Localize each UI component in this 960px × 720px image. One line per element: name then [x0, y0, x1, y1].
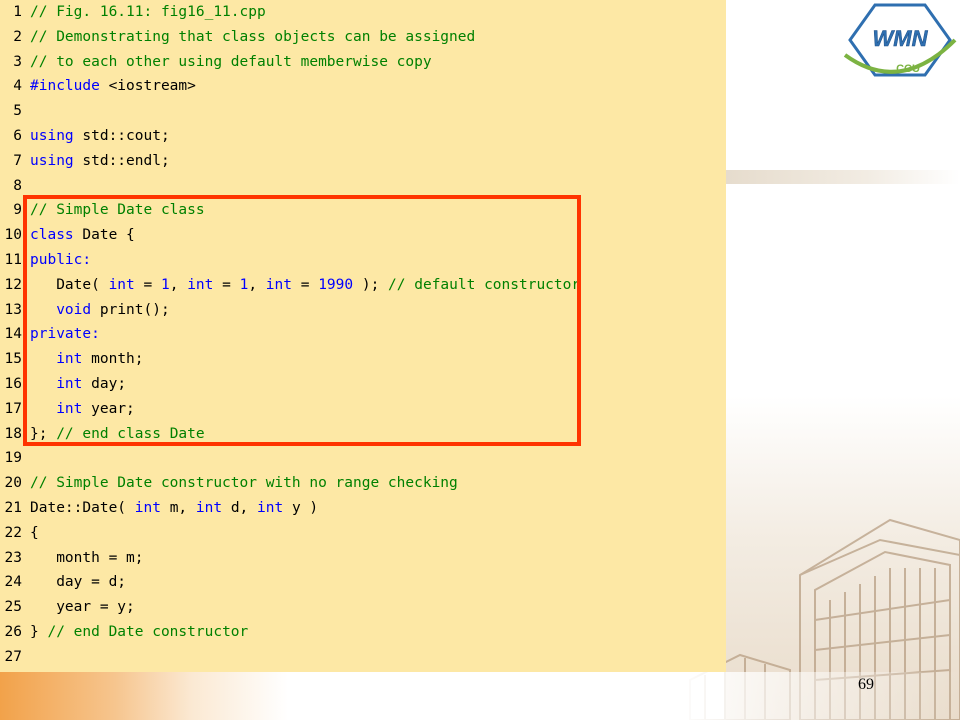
line-number: 14 — [4, 326, 22, 343]
code-token: m, — [160, 500, 196, 516]
code-token: Date::Date( — [30, 500, 135, 516]
code-line: 22 { — [0, 521, 726, 545]
code-token: // end Date constructor — [47, 624, 249, 640]
code-line: 3 // to each other using default memberwi… — [0, 50, 726, 74]
logo-text-main: WMN — [873, 26, 929, 51]
code-line: 25 year = y; — [0, 595, 726, 619]
wmn-ccu-logo: WMN CCU — [843, 3, 957, 77]
line-number: 11 — [4, 252, 22, 268]
code-text: using std::cout; — [30, 124, 170, 148]
line-number: 24 — [4, 574, 22, 591]
line-number: 1 — [13, 4, 22, 20]
code-token: // to each other using default memberwis… — [30, 53, 432, 70]
logo-text-sub: CCU — [896, 63, 920, 75]
code-token: int — [134, 500, 161, 516]
line-number: 4 — [13, 78, 22, 95]
code-text: { — [30, 521, 39, 545]
page-number: 69 — [858, 676, 874, 693]
code-token: day = d; — [30, 574, 127, 591]
code-token: // Simple Date constructor with no range… — [30, 475, 458, 492]
code-text: using std::endl; — [30, 149, 170, 173]
code-line: 21 Date::Date( int m, int d, int y ) — [0, 496, 726, 520]
code-token: year = y; — [30, 599, 135, 616]
code-line: 27 — [0, 645, 726, 669]
line-number: 13 — [4, 301, 22, 318]
line-number: 3 — [13, 53, 22, 70]
code-token: y ) — [283, 500, 319, 516]
code-text: // Demonstrating that class objects can … — [30, 25, 475, 49]
code-line: 19 — [0, 446, 726, 470]
code-text: year = y; — [30, 595, 135, 619]
code-text: day = d; — [30, 570, 126, 594]
line-number: 18 — [4, 425, 22, 442]
date-class-highlight-box — [23, 195, 581, 446]
code-token: // Demonstrating that class objects can … — [30, 28, 476, 45]
line-number: 25 — [4, 599, 22, 616]
background-stripe — [726, 170, 960, 184]
code-token: int — [195, 500, 223, 516]
line-number: 26 — [4, 624, 22, 640]
code-token: // Fig. 16.11: fig16_11.cpp — [30, 4, 266, 20]
code-token: int — [257, 500, 284, 516]
code-token: d, — [222, 500, 258, 516]
code-text: Date::Date( int m, int d, int y ) — [30, 496, 318, 520]
line-number: 5 — [13, 103, 22, 120]
line-number: 23 — [4, 549, 22, 566]
line-number: 2 — [13, 28, 22, 45]
code-text: // Simple Date constructor with no range… — [30, 471, 458, 495]
code-line: 2 // Demonstrating that class objects can… — [0, 25, 726, 49]
code-text: // to each other using default memberwis… — [30, 50, 432, 74]
code-token: month = m; — [30, 549, 144, 566]
code-line: 23 month = m; — [0, 546, 726, 570]
code-line: 7 using std::endl; — [0, 149, 726, 173]
line-number: 27 — [4, 648, 22, 665]
line-number: 10 — [4, 227, 22, 244]
code-line: 8 — [0, 174, 726, 198]
line-number: 12 — [4, 276, 22, 293]
line-number: 17 — [4, 400, 22, 417]
code-token: using — [30, 128, 74, 144]
code-token: { — [30, 524, 39, 541]
line-number: 21 — [4, 500, 22, 516]
code-token: #include — [30, 78, 100, 95]
code-token: std::cout; — [73, 128, 170, 144]
code-line: 5 — [0, 99, 726, 123]
bottom-gradient-band — [0, 672, 960, 720]
line-number: 15 — [4, 351, 22, 368]
code-line: 26} // end Date constructor — [0, 620, 726, 644]
code-text: #include <iostream> — [30, 74, 196, 98]
line-number: 8 — [13, 177, 22, 194]
code-token: using — [30, 152, 74, 169]
line-number: 7 — [13, 152, 22, 169]
line-number: 16 — [4, 376, 22, 392]
line-number: 9 — [13, 202, 22, 219]
code-text: month = m; — [30, 546, 144, 570]
code-line: 20 // Simple Date constructor with no ran… — [0, 471, 726, 495]
code-text: } // end Date constructor — [30, 620, 248, 644]
code-token: } — [30, 624, 48, 640]
code-token: <iostream> — [99, 78, 196, 95]
line-number: 20 — [4, 475, 22, 492]
code-text: // Fig. 16.11: fig16_11.cpp — [30, 0, 266, 24]
code-line: 24 day = d; — [0, 570, 726, 594]
code-line: 1 // Fig. 16.11: fig16_11.cpp — [0, 0, 726, 24]
line-number: 6 — [13, 128, 22, 144]
line-number: 22 — [4, 524, 22, 541]
code-line: 6 using std::cout; — [0, 124, 726, 148]
code-token: std::endl; — [73, 152, 170, 169]
code-line: 4 #include <iostream> — [0, 74, 726, 98]
line-number: 19 — [4, 450, 22, 467]
